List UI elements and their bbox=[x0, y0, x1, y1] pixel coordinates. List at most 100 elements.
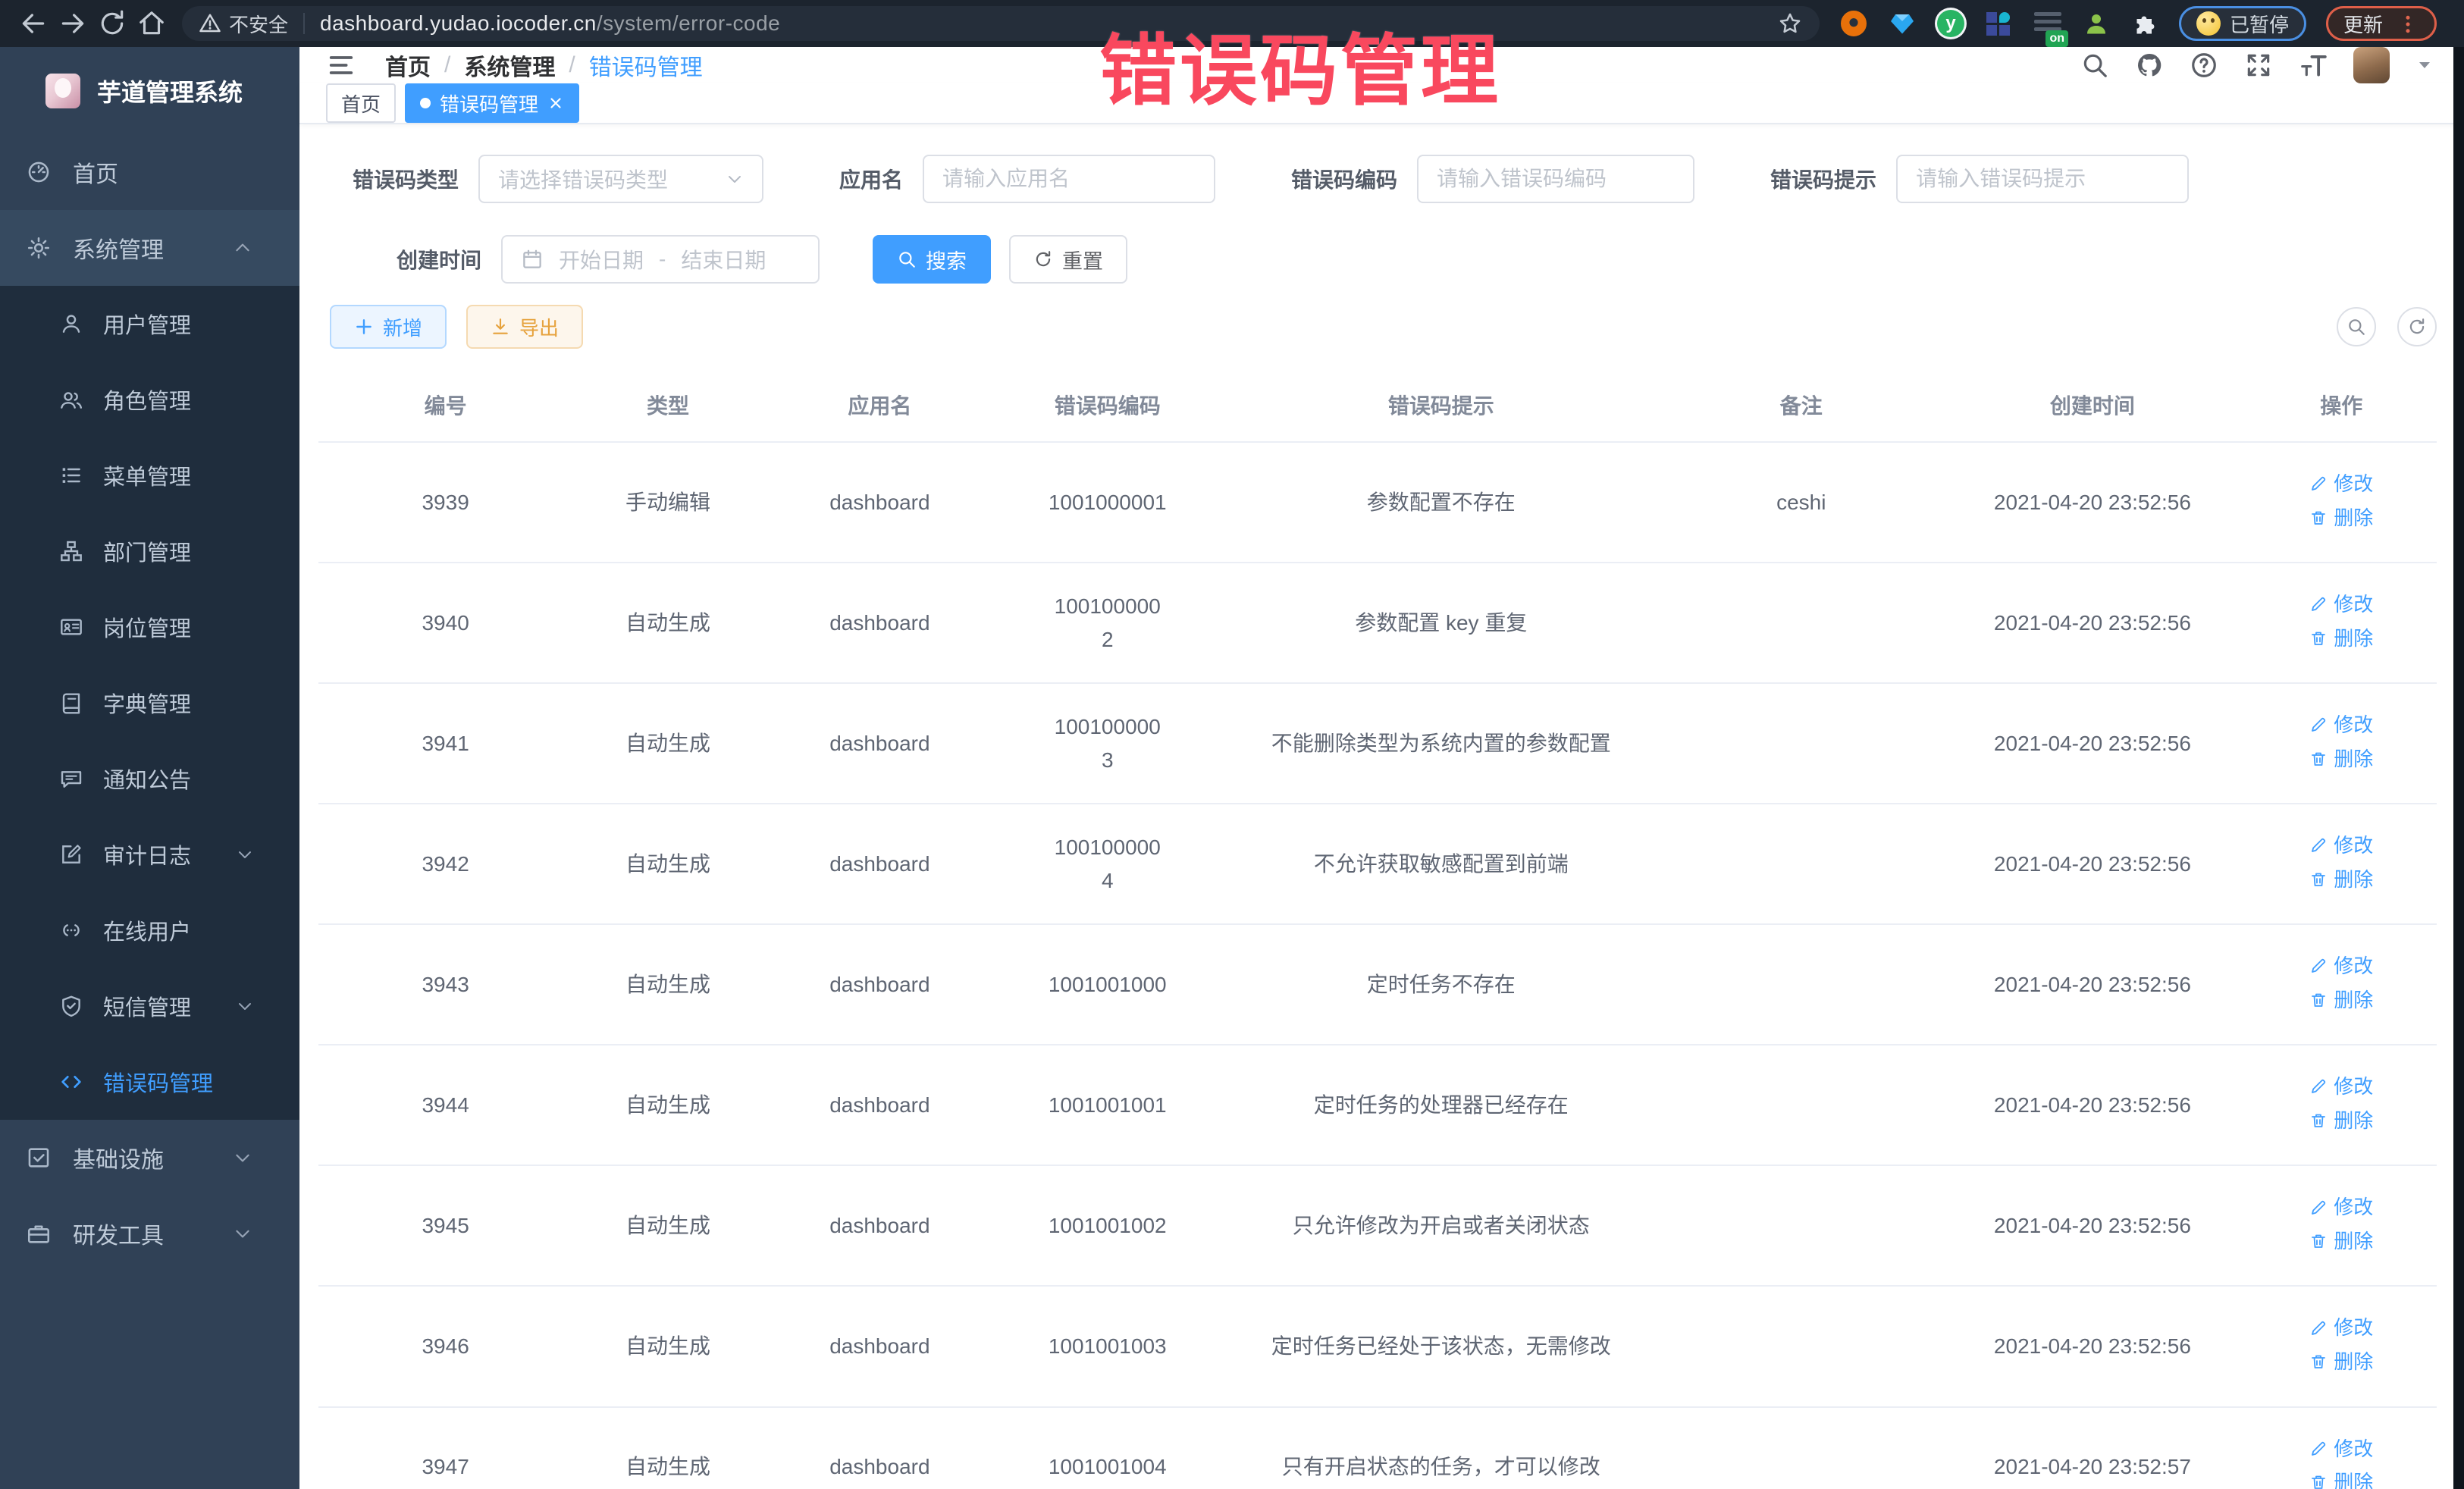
delete-button[interactable]: 删除 bbox=[2309, 1346, 2373, 1377]
breadcrumb-system[interactable]: 系统管理 bbox=[464, 49, 555, 82]
row-remark bbox=[1663, 683, 1939, 804]
row-actions: 修改删除 bbox=[2246, 804, 2437, 924]
sidebar-item-online-users[interactable]: 在线用户 bbox=[0, 892, 299, 968]
delete-button[interactable]: 删除 bbox=[2309, 623, 2373, 654]
extension-gem-icon[interactable] bbox=[1888, 9, 1917, 38]
font-size-icon[interactable] bbox=[2299, 51, 2328, 80]
toggle-search-button[interactable] bbox=[2337, 307, 2376, 346]
column-header: 备注 bbox=[1663, 371, 1939, 442]
extension-person-icon[interactable] bbox=[2082, 9, 2111, 38]
add-button[interactable]: 新增 bbox=[330, 305, 447, 349]
sidebar-item-dictionaries[interactable]: 字典管理 bbox=[0, 665, 299, 741]
error-message-input[interactable] bbox=[1916, 167, 2169, 191]
extension-squares-icon[interactable] bbox=[1985, 9, 2014, 38]
extension-puzzle-icon[interactable] bbox=[2130, 9, 2159, 38]
edit-button[interactable]: 修改 bbox=[2309, 951, 2373, 981]
toolbar-right bbox=[2337, 307, 2437, 346]
column-header: 操作 bbox=[2246, 371, 2437, 442]
bookmark-star-icon[interactable] bbox=[1777, 11, 1803, 36]
search-icon bbox=[897, 249, 917, 269]
row-type: 手动编辑 bbox=[572, 442, 763, 563]
date-range-picker[interactable]: 开始日期 - 结束日期 bbox=[501, 235, 820, 284]
sidebar-item-menus[interactable]: 菜单管理 bbox=[0, 437, 299, 513]
sidebar-item-error-codes[interactable]: 错误码管理 bbox=[0, 1044, 299, 1120]
table-row: 3941自动生成dashboard100100000 3不能删除类型为系统内置的… bbox=[318, 683, 2437, 804]
delete-button[interactable]: 删除 bbox=[2309, 1105, 2373, 1136]
edit-button[interactable]: 修改 bbox=[2309, 1071, 2373, 1102]
breadcrumb-separator: / bbox=[569, 52, 575, 78]
reset-button[interactable]: 重置 bbox=[1009, 235, 1127, 284]
sidebar-item-dev-tools[interactable]: 研发工具 bbox=[0, 1196, 299, 1271]
profile-paused-badge[interactable]: 已暂停 bbox=[2179, 6, 2306, 41]
extension-orange-icon[interactable] bbox=[1839, 9, 1868, 38]
trash-icon bbox=[2309, 1111, 2328, 1130]
extension-list-icon[interactable]: on bbox=[2033, 9, 2062, 38]
avatar[interactable] bbox=[2353, 47, 2390, 83]
github-icon[interactable] bbox=[2135, 51, 2164, 80]
hamburger-icon[interactable] bbox=[326, 50, 356, 80]
sidebar-item-home[interactable]: 首页 bbox=[0, 134, 299, 210]
delete-button[interactable]: 删除 bbox=[2309, 744, 2373, 774]
browser-reload-button[interactable] bbox=[92, 6, 132, 41]
browser-menu-icon[interactable] bbox=[2397, 11, 2419, 36]
trash-icon bbox=[2309, 1473, 2328, 1489]
edit-button[interactable]: 修改 bbox=[2309, 1434, 2373, 1464]
browser-home-button[interactable] bbox=[132, 6, 171, 41]
sidebar-item-system-management[interactable]: 系统管理 bbox=[0, 210, 299, 286]
delete-button[interactable]: 删除 bbox=[2309, 1467, 2373, 1489]
delete-button[interactable]: 删除 bbox=[2309, 864, 2373, 895]
browser-back-button[interactable] bbox=[14, 6, 53, 41]
edit-button[interactable]: 修改 bbox=[2309, 469, 2373, 499]
search-icon[interactable] bbox=[2080, 51, 2109, 80]
sidebar-item-notices[interactable]: 通知公告 bbox=[0, 741, 299, 817]
row-actions: 修改删除 bbox=[2246, 683, 2437, 804]
delete-label: 删除 bbox=[2334, 864, 2373, 895]
edit-button[interactable]: 修改 bbox=[2309, 589, 2373, 619]
close-icon[interactable] bbox=[547, 95, 564, 111]
edit-button[interactable]: 修改 bbox=[2309, 1312, 2373, 1343]
pencil-icon bbox=[2309, 1440, 2328, 1458]
briefcase-icon bbox=[26, 1221, 52, 1246]
search-button[interactable]: 搜索 bbox=[873, 235, 991, 284]
browser-update-button[interactable]: 更新 bbox=[2326, 6, 2437, 41]
page-scrollbar[interactable] bbox=[2453, 47, 2464, 1489]
edit-button[interactable]: 修改 bbox=[2309, 830, 2373, 860]
speech-bubble-icon bbox=[59, 766, 83, 791]
sidebar-item-users[interactable]: 用户管理 bbox=[0, 286, 299, 362]
tab-home[interactable]: 首页 bbox=[326, 83, 396, 123]
browser-forward-button[interactable] bbox=[53, 6, 92, 41]
export-button[interactable]: 导出 bbox=[466, 305, 583, 349]
fullscreen-icon[interactable] bbox=[2244, 51, 2273, 80]
refresh-table-button[interactable] bbox=[2397, 307, 2437, 346]
edit-button[interactable]: 修改 bbox=[2309, 710, 2373, 740]
app-logo[interactable]: 芋道管理系统 bbox=[0, 47, 299, 134]
sidebar-item-infrastructure[interactable]: 基础设施 bbox=[0, 1120, 299, 1196]
refresh-icon bbox=[2407, 317, 2427, 337]
row-remark bbox=[1663, 804, 1939, 924]
sidebar-item-posts[interactable]: 岗位管理 bbox=[0, 589, 299, 665]
column-header: 应用名 bbox=[763, 371, 996, 442]
tab-error-codes[interactable]: 错误码管理 bbox=[405, 83, 579, 123]
trash-icon bbox=[2309, 991, 2328, 1009]
delete-button[interactable]: 删除 bbox=[2309, 503, 2373, 533]
pencil-icon bbox=[2309, 595, 2328, 613]
topbar: 首页 / 系统管理 / 错误码管理 bbox=[299, 47, 2464, 83]
avatar-caret-icon[interactable] bbox=[2415, 56, 2434, 74]
delete-button[interactable]: 删除 bbox=[2309, 985, 2373, 1015]
delete-button[interactable]: 删除 bbox=[2309, 1226, 2373, 1256]
edit-button[interactable]: 修改 bbox=[2309, 1192, 2373, 1222]
security-status[interactable]: 不安全 bbox=[199, 10, 288, 38]
address-bar[interactable]: 不安全 dashboard.yudao.iocoder.cn/system/er… bbox=[182, 6, 1820, 41]
help-icon[interactable] bbox=[2190, 51, 2218, 80]
sidebar-item-sms[interactable]: 短信管理 bbox=[0, 968, 299, 1044]
error-code-input[interactable] bbox=[1437, 167, 1675, 191]
sidebar-item-roles[interactable]: 角色管理 bbox=[0, 362, 299, 437]
row-code: 100100000 2 bbox=[996, 563, 1218, 683]
download-icon bbox=[491, 317, 510, 337]
sidebar-item-audit-logs[interactable]: 审计日志 bbox=[0, 817, 299, 892]
extension-green-icon[interactable]: y bbox=[1936, 9, 1965, 38]
breadcrumb-home[interactable]: 首页 bbox=[385, 49, 431, 82]
app-name-input[interactable] bbox=[942, 167, 1196, 191]
sidebar-item-departments[interactable]: 部门管理 bbox=[0, 513, 299, 589]
error-type-select[interactable]: 请选择错误码类型 bbox=[478, 155, 763, 203]
